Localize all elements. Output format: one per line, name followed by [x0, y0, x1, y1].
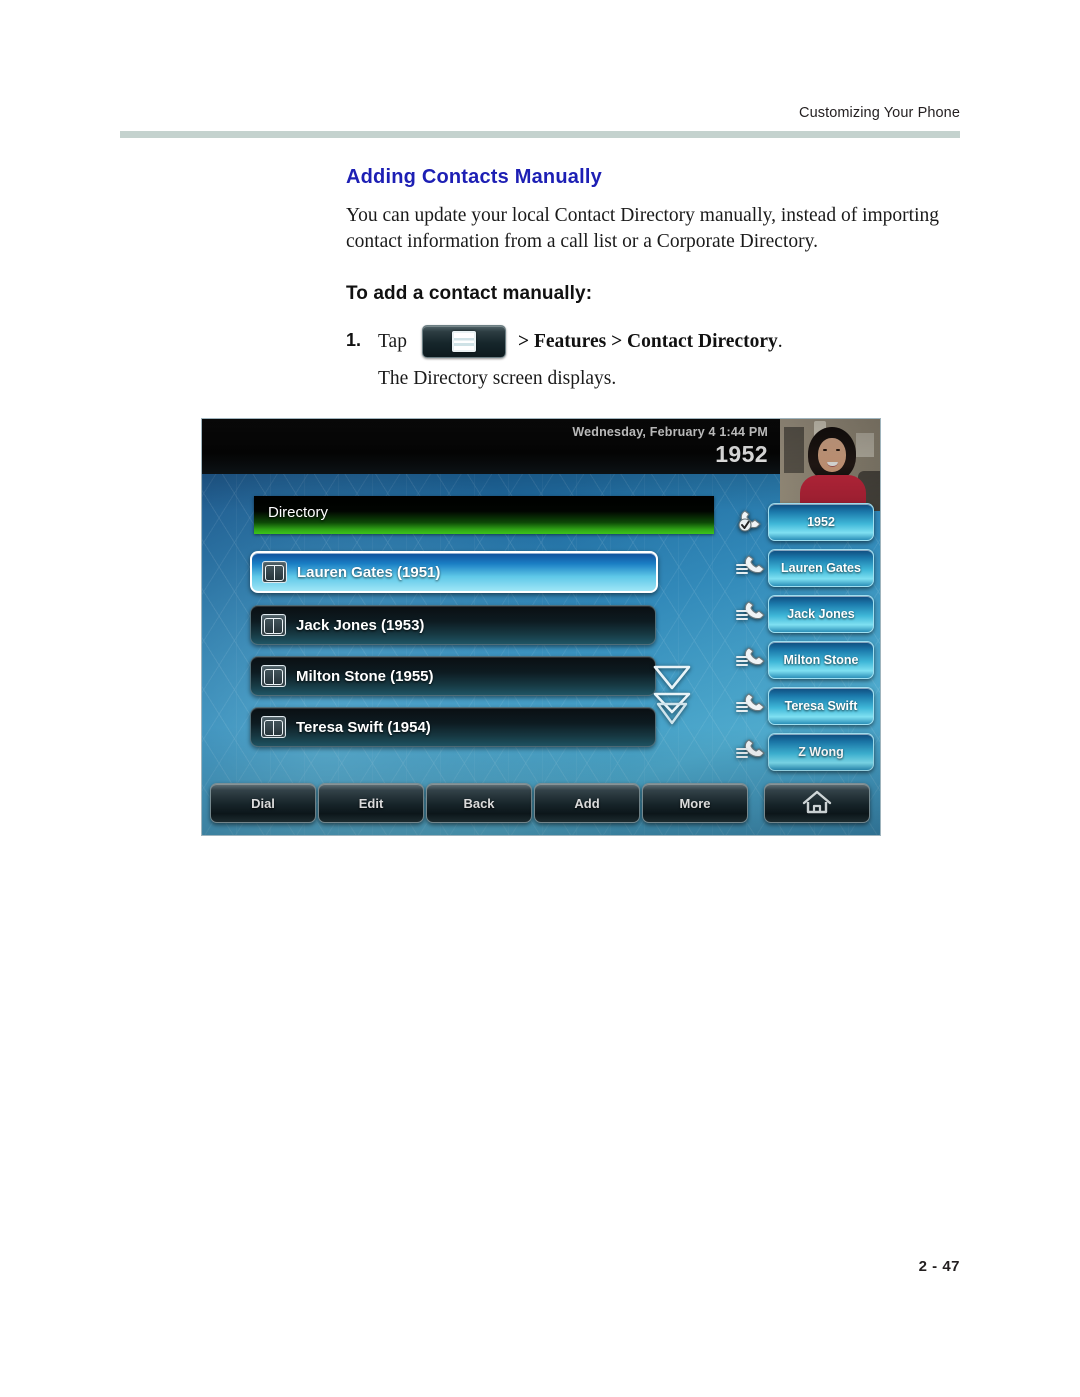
chevron-down-icon[interactable]	[652, 664, 692, 690]
step-result-text: The Directory screen displays.	[378, 368, 617, 389]
contact-row[interactable]: Milton Stone (1955)	[250, 656, 656, 696]
handset-registered-icon	[736, 505, 770, 535]
soft-key-home[interactable]	[764, 783, 870, 823]
page-title: Adding Contacts Manually	[346, 166, 602, 188]
avatar	[780, 419, 880, 511]
line-key-label: Jack Jones	[787, 607, 855, 621]
soft-key-label: Dial	[251, 795, 275, 811]
contact-row[interactable]: Jack Jones (1953)	[250, 605, 656, 645]
contact-label: Lauren Gates (1951)	[297, 563, 441, 581]
handset-speeddial-icon	[736, 643, 770, 673]
contact-row[interactable]: Lauren Gates (1951)	[250, 551, 658, 593]
line-key-label: Teresa Swift	[784, 699, 858, 713]
handset-speeddial-icon	[736, 689, 770, 719]
line-key[interactable]: Milton Stone	[768, 641, 874, 679]
line-key-label: 1952	[807, 515, 835, 529]
contact-book-icon	[261, 614, 286, 636]
phone-screenshot: Wednesday, February 4 1:44 PM 1952 Direc…	[202, 419, 880, 835]
contact-book-icon	[262, 561, 287, 583]
scroll-indicators[interactable]	[652, 664, 698, 742]
contact-row[interactable]: Teresa Swift (1954)	[250, 707, 656, 747]
phone-status-bar: Wednesday, February 4 1:44 PM 1952	[202, 419, 780, 474]
header-rule	[120, 131, 960, 138]
status-extension: 1952	[715, 441, 768, 467]
soft-key-label: Add	[574, 795, 600, 811]
handset-speeddial-icon	[736, 597, 770, 627]
line-key[interactable]: Lauren Gates	[768, 549, 874, 587]
line-key-label: Z Wong	[798, 745, 844, 759]
soft-key-back[interactable]: Back	[426, 783, 532, 823]
soft-key-more[interactable]: More	[642, 783, 748, 823]
soft-key-label: More	[679, 795, 711, 811]
handset-speeddial-icon	[736, 551, 770, 581]
avatar-eye-left	[823, 449, 827, 451]
line-key[interactable]: Jack Jones	[768, 595, 874, 633]
step-menu-path-period: .	[777, 331, 783, 352]
soft-key-bar: Dial Edit Back Add More	[202, 783, 880, 827]
document-page: Customizing Your Phone Adding Contacts M…	[0, 0, 1080, 1397]
step-menu-path-text: > Features > Contact Directory	[518, 331, 778, 352]
handset-speeddial-icon	[736, 735, 770, 765]
section-subheading: To add a contact manually:	[346, 283, 593, 304]
contact-book-icon	[261, 665, 286, 687]
running-head: Customizing Your Phone	[799, 105, 960, 121]
line-key-label: Milton Stone	[783, 653, 859, 667]
intro-paragraph: You can update your local Contact Direct…	[346, 205, 939, 252]
page-number: 2 - 47	[918, 1258, 960, 1275]
menu-key-icon	[422, 325, 506, 358]
line-key[interactable]: Z Wong	[768, 733, 874, 771]
soft-key-dial[interactable]: Dial	[210, 783, 316, 823]
status-datetime: Wednesday, February 4 1:44 PM	[572, 425, 768, 439]
avatar-eye-right	[836, 449, 840, 451]
contact-book-icon	[261, 716, 286, 738]
menu-key-glyph	[452, 331, 476, 352]
screen-title-label: Directory	[268, 504, 329, 521]
contact-label: Milton Stone (1955)	[296, 667, 434, 685]
avatar-bg-frame	[856, 433, 874, 457]
step-number: 1.	[346, 330, 362, 350]
line-key[interactable]: Teresa Swift	[768, 687, 874, 725]
step-menu-path: > Features > Contact Directory.	[518, 331, 783, 353]
soft-key-add[interactable]: Add	[534, 783, 640, 823]
contact-label: Jack Jones (1953)	[296, 616, 425, 634]
soft-key-edit[interactable]: Edit	[318, 783, 424, 823]
line-key[interactable]: 1952	[768, 503, 874, 541]
line-key-label: Lauren Gates	[781, 561, 861, 575]
home-icon	[802, 789, 832, 818]
step-item: 1. Tap > Features > Contact Directory.	[346, 325, 966, 362]
soft-key-label: Back	[463, 795, 495, 811]
soft-key-label: Edit	[358, 795, 384, 811]
screen-title-bar: Directory	[254, 496, 714, 534]
chevron-double-down-icon[interactable]	[652, 692, 692, 725]
step-tap-label: Tap	[378, 331, 407, 352]
contact-label: Teresa Swift (1954)	[296, 718, 431, 736]
avatar-bg-wall	[784, 427, 804, 473]
